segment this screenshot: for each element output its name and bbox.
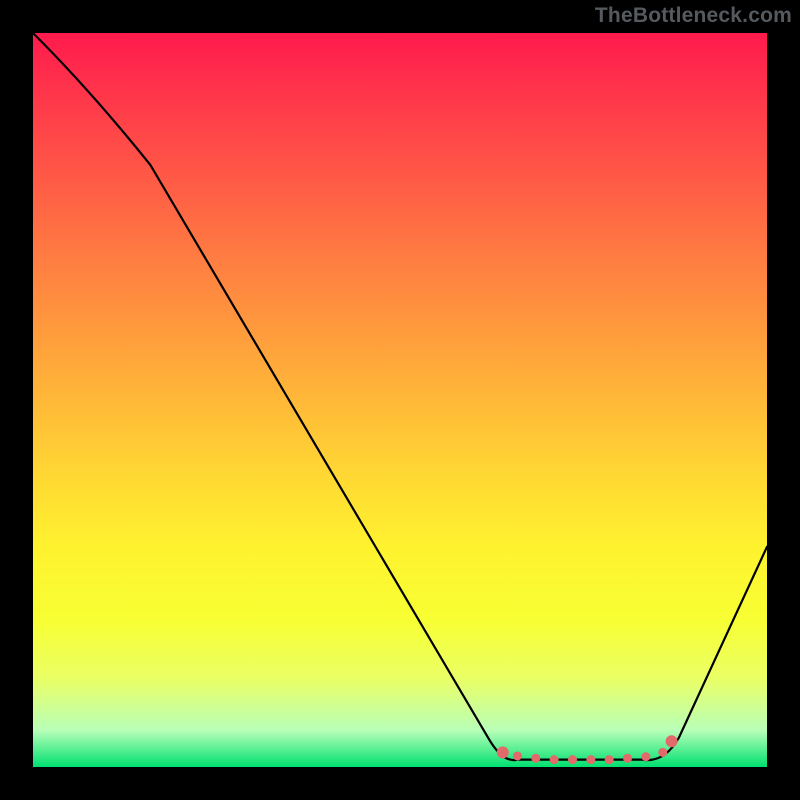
marker-dot — [497, 746, 509, 758]
marker-dot — [641, 752, 650, 761]
marker-dot — [623, 754, 632, 763]
chart-frame: TheBottleneck.com — [0, 0, 800, 800]
chart-svg — [33, 33, 767, 767]
marker-dot — [658, 748, 667, 757]
marker-dot — [513, 751, 522, 760]
marker-dot — [605, 755, 614, 764]
marker-dot — [568, 755, 577, 764]
marker-dot — [586, 755, 595, 764]
marker-dot — [666, 735, 678, 747]
marker-dot — [531, 754, 540, 763]
marker-dot — [550, 755, 559, 764]
plot-area — [33, 33, 767, 767]
curve-layer — [33, 33, 767, 760]
main-curve — [33, 33, 767, 760]
watermark-text: TheBottleneck.com — [595, 4, 792, 28]
